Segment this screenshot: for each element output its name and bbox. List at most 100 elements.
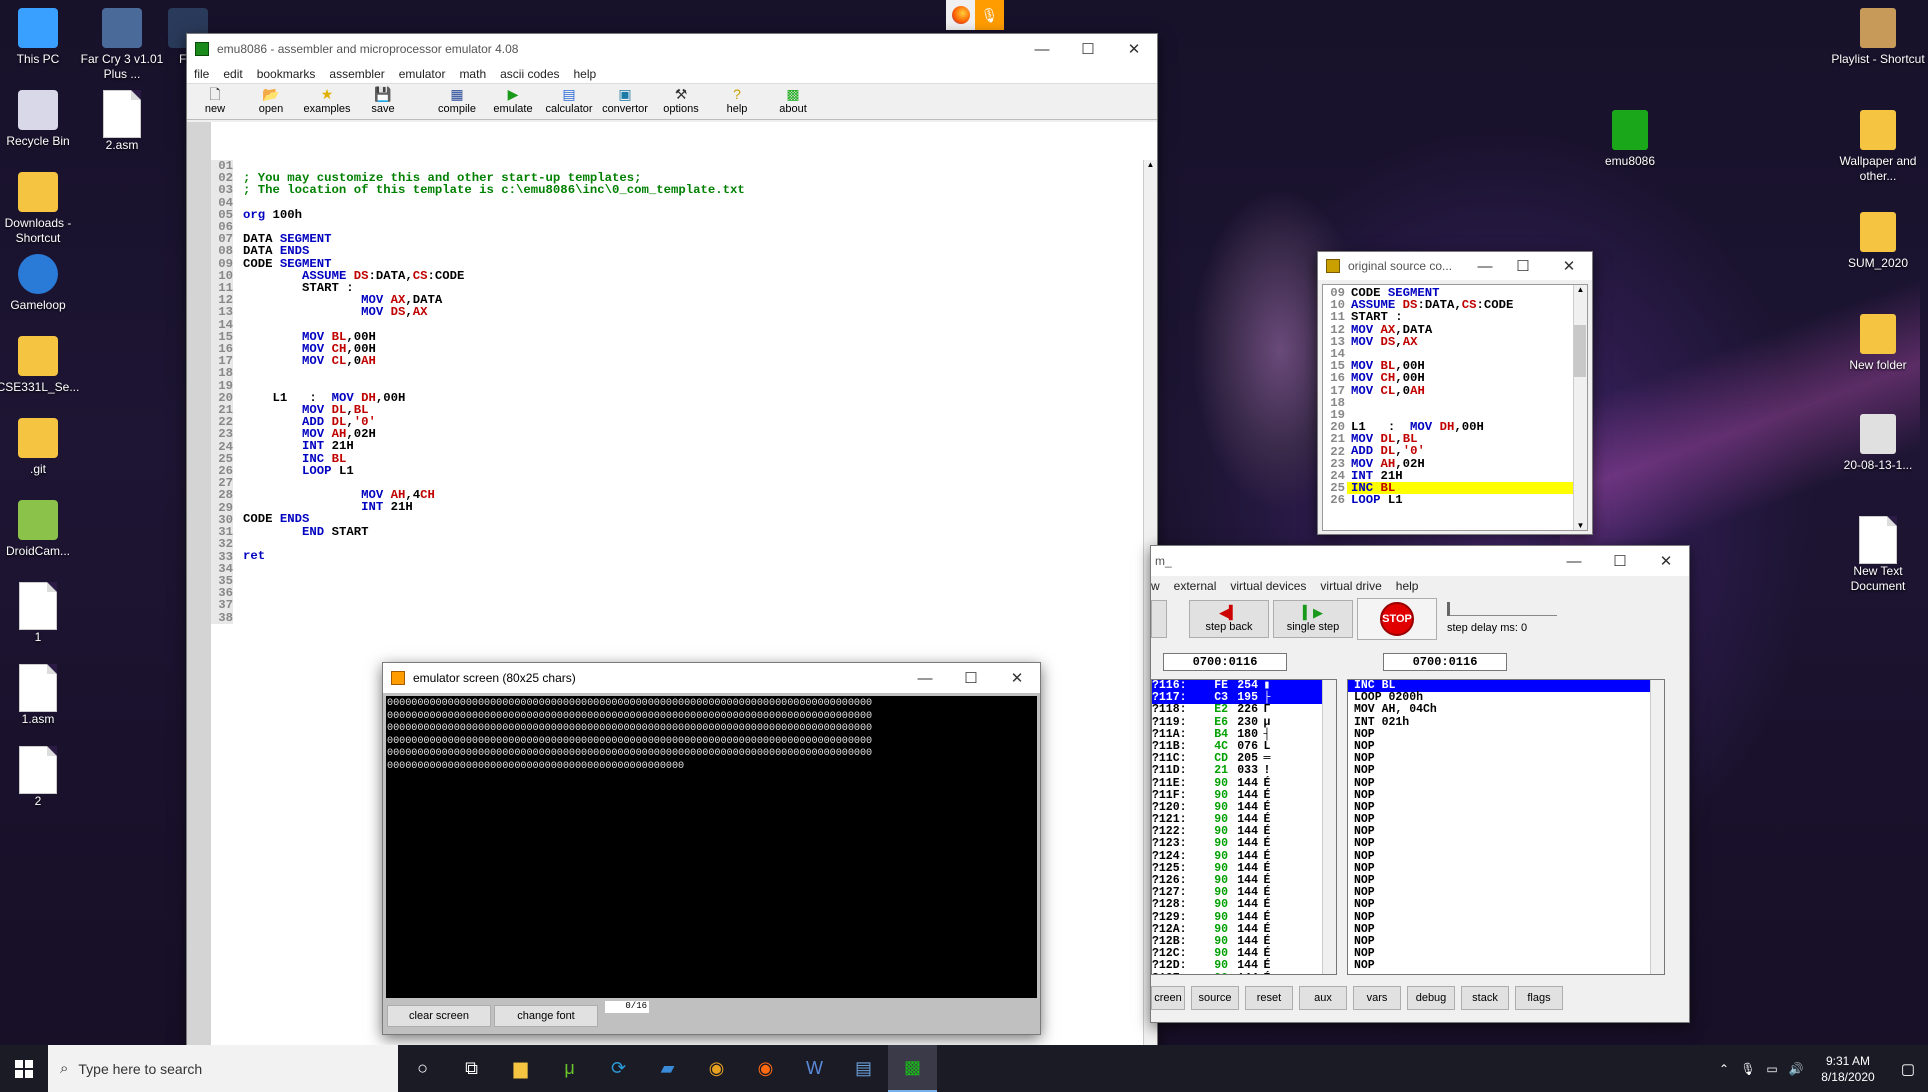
chrome-icon[interactable]: ◉ (692, 1045, 741, 1092)
minimize-button[interactable]: — (1019, 34, 1065, 64)
desktop-icon[interactable]: Downloads - Shortcut (0, 172, 86, 246)
disasm-row[interactable]: NOP (1348, 826, 1664, 838)
minimize-button[interactable]: — (902, 663, 948, 693)
sync-icon[interactable]: ⟳ (594, 1045, 643, 1092)
microphone-tray-icon[interactable]: 🎙 (1736, 1062, 1760, 1076)
search-box[interactable]: ⌕ Type here to search (48, 1045, 398, 1092)
options-button[interactable]: ⚒ options (653, 85, 709, 119)
memory-row[interactable]: ?118: E2 226 Γ (1152, 704, 1336, 716)
disasm-row[interactable]: NOP (1348, 777, 1664, 790)
open-button[interactable]: 📂 open (243, 85, 299, 119)
desktop-icon[interactable]: Wallpaper and other... (1830, 110, 1926, 184)
menu-bookmarks[interactable]: bookmarks (250, 67, 323, 81)
debug-button[interactable]: debug (1407, 986, 1455, 1010)
disasm-row[interactable]: NOP (1348, 752, 1664, 765)
change-font-button[interactable]: change font (494, 1005, 598, 1027)
disasm-row[interactable]: INT 021h (1348, 716, 1664, 729)
disasm-scrollbar[interactable] (1650, 680, 1664, 974)
menu-help[interactable]: help (1389, 579, 1426, 593)
emu8086-icon[interactable]: ▩ (888, 1045, 937, 1092)
disasm-row[interactable]: NOP (1348, 923, 1664, 936)
menu-emulator[interactable]: emulator (392, 67, 453, 81)
file-explorer-icon[interactable]: ▆ (496, 1045, 545, 1092)
clock[interactable]: 9:31 AM 8/18/2020 (1808, 1053, 1888, 1085)
minimize-button[interactable]: — (1551, 546, 1597, 576)
maximize-button[interactable]: ☐ (1065, 34, 1111, 64)
menu-file[interactable]: file (187, 67, 216, 81)
single-step-button[interactable]: ▍▶ single step (1273, 600, 1353, 638)
aux-button[interactable]: aux (1299, 986, 1347, 1010)
desktop-icon[interactable]: DroidCam... (0, 500, 86, 559)
left-partial-button[interactable] (1151, 600, 1167, 638)
memory-row[interactable]: ?11E: 90 144 É (1152, 777, 1336, 790)
menu-virtual-drive[interactable]: virtual drive (1313, 579, 1388, 593)
disasm-row[interactable]: NOP (1348, 789, 1664, 802)
desktop-icon[interactable]: 1 (0, 582, 86, 645)
start-button[interactable] (0, 1045, 48, 1092)
menu-help[interactable]: help (567, 67, 604, 81)
memory-row[interactable]: ?12D: 90 144 É (1152, 960, 1336, 972)
disasm-row[interactable]: NOP (1348, 862, 1664, 875)
help-button[interactable]: ? help (709, 85, 765, 119)
utorrent-icon[interactable]: μ (545, 1045, 594, 1092)
desktop-icon[interactable]: 2 (0, 746, 86, 809)
menu-ascii-codes[interactable]: ascii codes (493, 67, 566, 81)
disasm-address[interactable]: 0700:0116 (1383, 653, 1507, 671)
desktop-icon[interactable]: CSE331L_Se... (0, 336, 86, 395)
save-button[interactable]: 💾 save (355, 85, 411, 119)
emulate-button[interactable]: ▶ emulate (485, 85, 541, 119)
network-icon[interactable]: ▭ (1760, 1062, 1784, 1076)
creen-button[interactable]: creen (1151, 986, 1185, 1010)
disasm-row[interactable]: NOP (1348, 911, 1664, 924)
disasm-row[interactable]: NOP (1348, 874, 1664, 887)
compile-button[interactable]: ▦ compile (429, 85, 485, 119)
memory-row[interactable]: ?119: E6 230 µ (1152, 716, 1336, 729)
stop-button[interactable]: STOP (1357, 598, 1437, 640)
code-editor[interactable]: ; You may customize this and other start… (243, 160, 1123, 623)
disasm-list[interactable]: INC BL LOOP 0200h MOV AH, 04Ch INT 021h NOP N… (1347, 679, 1665, 975)
disasm-row[interactable]: NOP (1348, 947, 1664, 960)
about-button[interactable]: ▩ about (765, 85, 821, 119)
source-button[interactable]: source (1191, 986, 1239, 1010)
memory-list[interactable]: ?116: FE 254 ▮ ?117: C3 195 ├ ?118: E2 226 Γ ?119: E6… (1151, 679, 1337, 975)
menu-assembler[interactable]: assembler (322, 67, 391, 81)
menu-edit[interactable]: edit (216, 67, 249, 81)
desktop-icon[interactable]: New folder (1830, 314, 1926, 373)
maximize-button[interactable]: ☐ (948, 663, 994, 693)
disasm-row[interactable]: NOP (1348, 850, 1664, 863)
disasm-row[interactable]: NOP (1348, 899, 1664, 911)
menu-math[interactable]: math (452, 67, 493, 81)
task-view-icon[interactable]: ○ (398, 1045, 447, 1092)
desktop-icon[interactable]: emu8086 (1582, 110, 1678, 169)
disasm-row[interactable]: NOP (1348, 886, 1664, 899)
calculator-button[interactable]: ▤ calculator (541, 85, 597, 119)
stack-button[interactable]: stack (1461, 986, 1509, 1010)
files-icon[interactable]: ▰ (643, 1045, 692, 1092)
maximize-button[interactable]: ☐ (1597, 546, 1643, 576)
vars-button[interactable]: vars (1353, 986, 1401, 1010)
minimize-button[interactable]: — (1470, 252, 1500, 280)
memory-scrollbar[interactable] (1322, 680, 1336, 974)
memory-row[interactable]: ?12E:90144É (1152, 972, 1336, 974)
w-app-icon[interactable]: W (790, 1045, 839, 1092)
disasm-row[interactable]: NOP (1348, 740, 1664, 753)
memory-address[interactable]: 0700:0116 (1163, 653, 1287, 671)
memory-row[interactable]: ?128: 90 144 É (1152, 899, 1336, 911)
clear-screen-button[interactable]: clear screen (387, 1005, 491, 1027)
disasm-row[interactable]: ... (1348, 972, 1664, 974)
volume-icon[interactable]: 🔊 (1784, 1062, 1808, 1076)
disasm-row[interactable]: NOP (1348, 765, 1664, 777)
desktop-icon[interactable]: .git (0, 418, 86, 477)
memory-row[interactable]: ?123: 90 144 É (1152, 838, 1336, 850)
close-button[interactable]: ✕ (1111, 34, 1157, 64)
memory-row[interactable]: ?11D: 21 033! (1152, 765, 1336, 777)
memory-row[interactable]: ?129: 90 144 É (1152, 911, 1336, 924)
desktop-icon[interactable]: New Text Document (1830, 516, 1926, 594)
show-hidden-icons-icon[interactable]: ⌃ (1712, 1062, 1736, 1076)
notifications-icon[interactable]: ▢ (1888, 1060, 1928, 1078)
firefox-icon[interactable] (946, 0, 975, 30)
desktop-icon[interactable]: SUM_2020 (1830, 212, 1926, 271)
close-button[interactable]: ✕ (994, 663, 1040, 693)
disasm-row[interactable]: NOP (1348, 838, 1664, 850)
source-scrollbar[interactable]: ▲ ▼ (1573, 285, 1587, 530)
